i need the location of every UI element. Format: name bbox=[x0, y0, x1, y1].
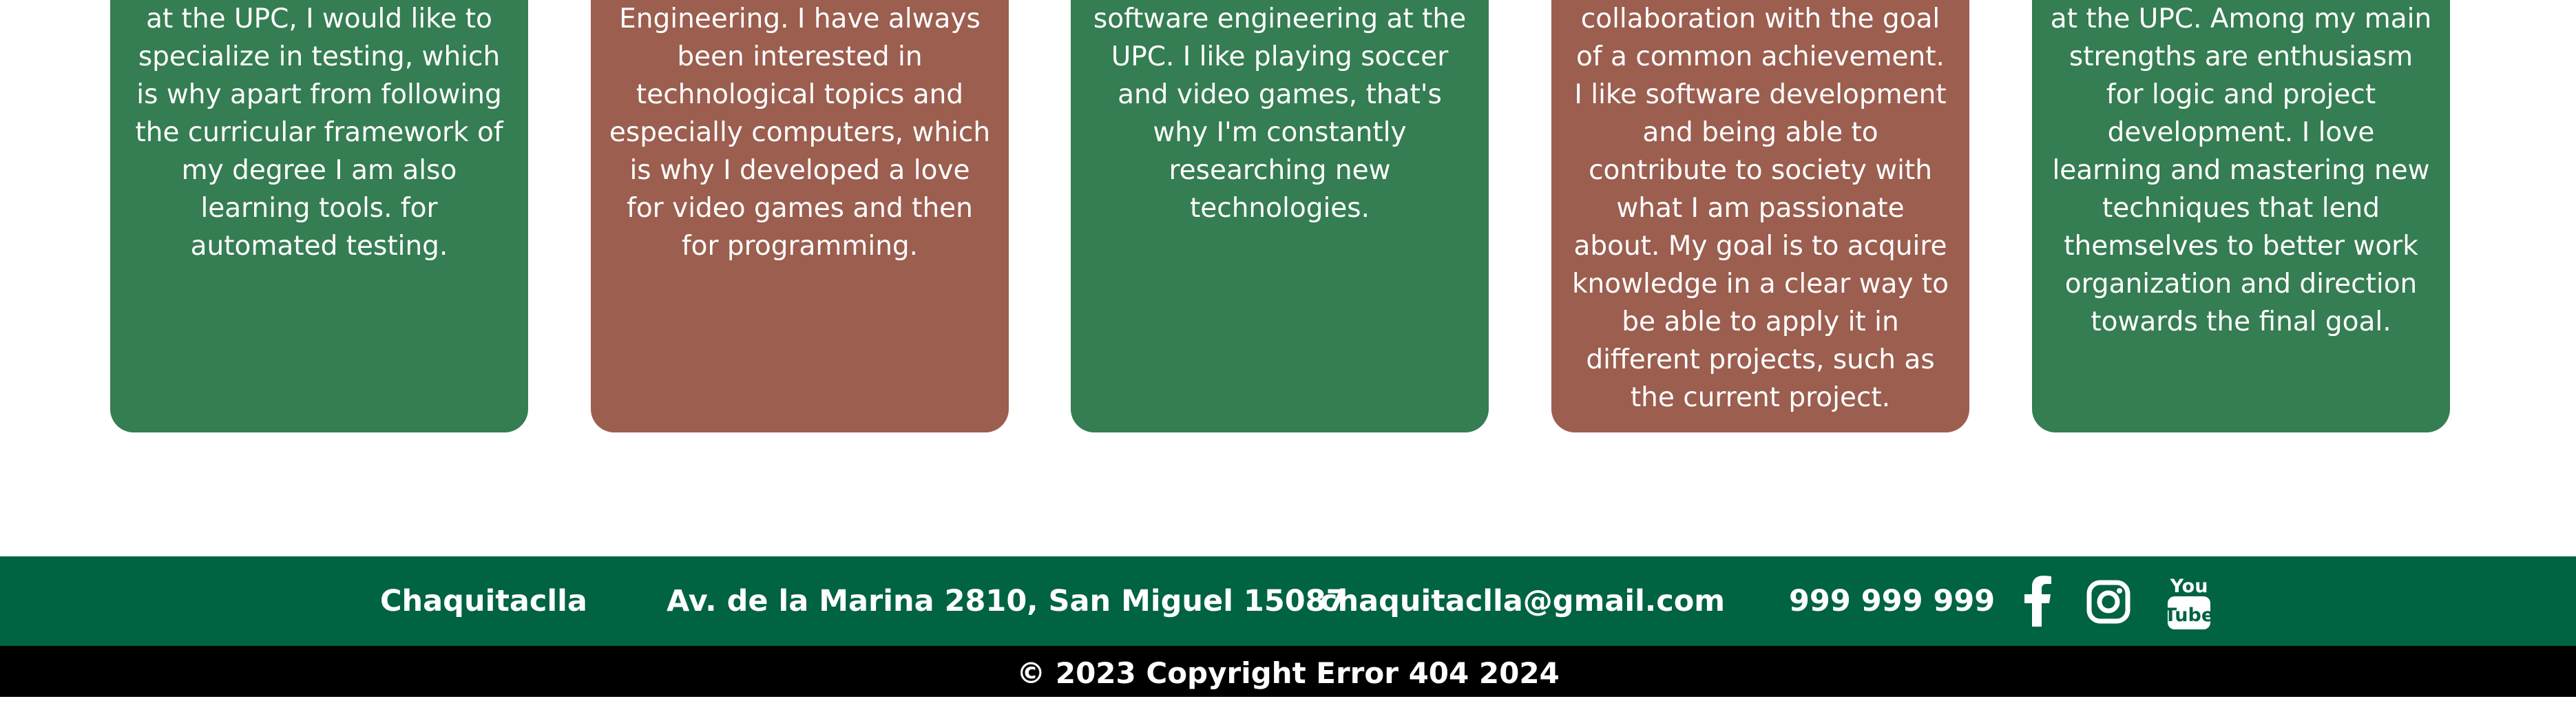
team-card-5: at the UPC. Among my main strengths are … bbox=[2032, 0, 2450, 432]
youtube-icon[interactable]: You Tube bbox=[2166, 572, 2212, 632]
footer-phone: 999 999 999 bbox=[1789, 584, 1996, 618]
team-card-1: at the UPC, I would like to specialize i… bbox=[110, 0, 528, 432]
team-card-3: software engineering at the UPC. I like … bbox=[1071, 0, 1489, 432]
facebook-icon[interactable] bbox=[2022, 576, 2052, 627]
copyright-text: © 2023 Copyright Error 404 2024 bbox=[1016, 656, 1560, 690]
team-card-text: collaboration with the goal of a common … bbox=[1571, 3, 1949, 413]
team-card-text: software engineering at the UPC. I like … bbox=[1093, 3, 1467, 224]
footer-bar: Chaquitaclla Av. de la Marina 2810, San … bbox=[0, 556, 2576, 646]
copyright-bar: © 2023 Copyright Error 404 2024 bbox=[0, 646, 2576, 697]
footer-address: Av. de la Marina 2810, San Miguel 15087 bbox=[667, 584, 1347, 618]
instagram-icon[interactable] bbox=[2086, 580, 2130, 624]
team-card-2: Engineering. I have always been interest… bbox=[591, 0, 1009, 432]
team-card-text: at the UPC. Among my main strengths are … bbox=[2050, 3, 2432, 337]
youtube-icon-text-line1: You bbox=[2170, 576, 2208, 597]
team-card-text: Engineering. I have always been interest… bbox=[609, 3, 991, 262]
footer-brand: Chaquitaclla bbox=[380, 584, 587, 618]
team-cards-section: at the UPC, I would like to specialize i… bbox=[0, 0, 2576, 432]
team-card-text: at the UPC, I would like to specialize i… bbox=[135, 3, 503, 262]
footer-email-link[interactable]: chaquitaclla@gmail.com bbox=[1320, 556, 1725, 646]
youtube-icon-text-line2: Tube bbox=[2166, 605, 2212, 626]
team-card-4: collaboration with the goal of a common … bbox=[1551, 0, 1969, 432]
